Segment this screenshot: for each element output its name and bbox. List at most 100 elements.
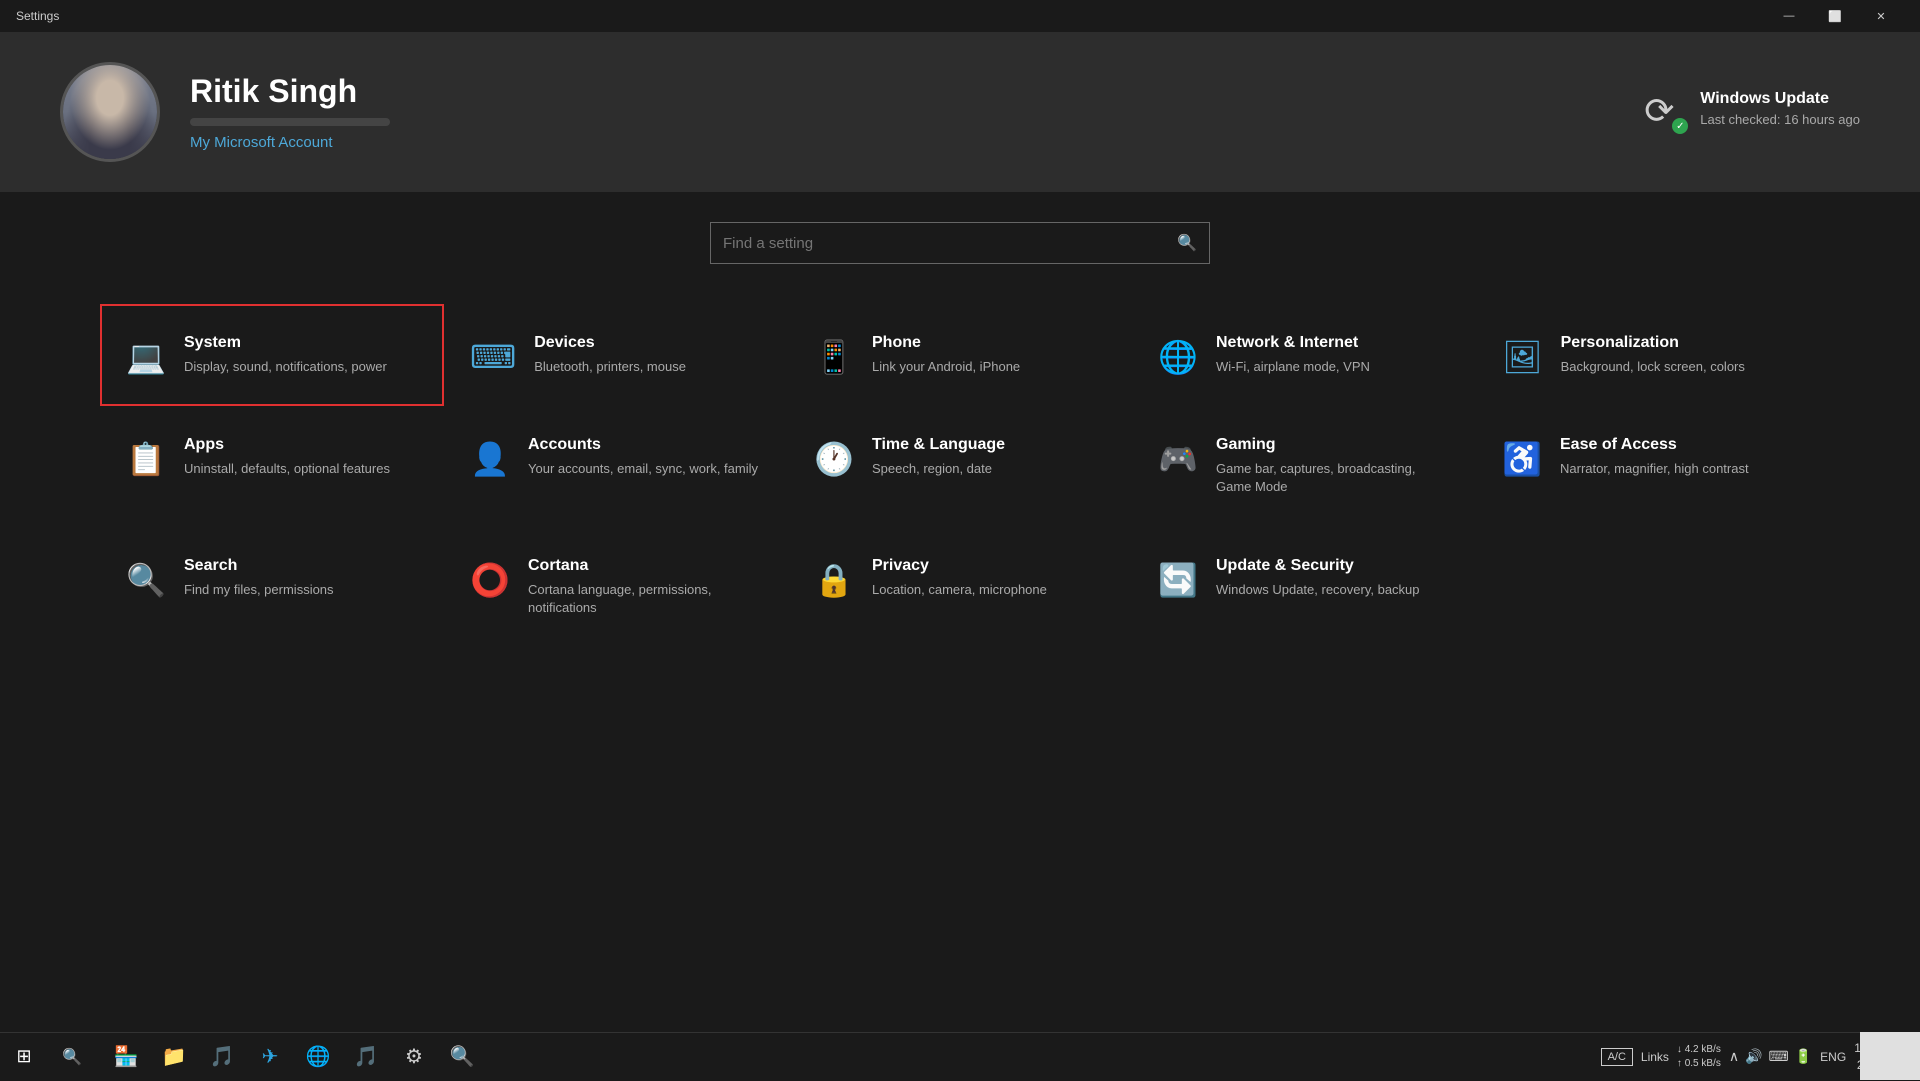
- minimize-button[interactable]: —: [1766, 0, 1812, 32]
- update-icon-wrap: ⟳ ✓: [1644, 90, 1688, 134]
- start-button[interactable]: ⊞: [0, 1033, 48, 1081]
- setting-text-cortana: Cortana Cortana language, permissions, n…: [528, 557, 762, 617]
- up-speed: ↑ 0.5 kB/s: [1677, 1057, 1721, 1071]
- maximize-button[interactable]: ⬜: [1812, 0, 1858, 32]
- settings-grid: 💻 System Display, sound, notifications, …: [100, 304, 1820, 647]
- setting-desc-gaming: Game bar, captures, broadcasting, Game M…: [1216, 460, 1450, 496]
- setting-title-devices: Devices: [534, 334, 686, 352]
- taskbar-app-itunes[interactable]: 🎵: [344, 1035, 388, 1079]
- setting-icon-apps: 📋: [126, 440, 166, 478]
- taskbar-search-button[interactable]: 🔍: [48, 1033, 96, 1081]
- window-controls: — ⬜ ✕: [1766, 0, 1904, 32]
- search-input[interactable]: [723, 235, 1177, 252]
- profile-info: Ritik Singh My Microsoft Account: [190, 73, 390, 152]
- language-label: ENG: [1820, 1050, 1846, 1064]
- setting-icon-system: 💻: [126, 338, 166, 376]
- setting-item-system[interactable]: 💻 System Display, sound, notifications, …: [100, 304, 444, 406]
- setting-item-search[interactable]: 🔍 Search Find my files, permissions: [100, 527, 444, 647]
- setting-desc-system: Display, sound, notifications, power: [184, 358, 387, 376]
- search-container: 🔍: [100, 222, 1820, 264]
- setting-item-gaming[interactable]: 🎮 Gaming Game bar, captures, broadcastin…: [1132, 406, 1476, 526]
- setting-desc-cortana: Cortana language, permissions, notificat…: [528, 581, 762, 617]
- setting-title-accounts: Accounts: [528, 436, 758, 454]
- battery-icon: 🔋: [1795, 1048, 1812, 1065]
- setting-title-phone: Phone: [872, 334, 1020, 352]
- network-speed: ↓ 4.2 kB/s ↑ 0.5 kB/s: [1677, 1043, 1721, 1071]
- search-bar: 🔍: [710, 222, 1210, 264]
- setting-title-system: System: [184, 334, 387, 352]
- setting-text-update: Update & Security Windows Update, recove…: [1216, 557, 1420, 599]
- setting-desc-apps: Uninstall, defaults, optional features: [184, 460, 390, 478]
- show-desktop-button[interactable]: [1860, 1032, 1920, 1080]
- setting-desc-devices: Bluetooth, printers, mouse: [534, 358, 686, 376]
- setting-icon-accounts: 👤: [470, 440, 510, 478]
- taskbar-app-telegram[interactable]: ✈: [248, 1035, 292, 1079]
- update-checkmark: ✓: [1672, 118, 1688, 134]
- setting-icon-phone: 📱: [814, 338, 854, 376]
- links-label: Links: [1641, 1050, 1669, 1064]
- microsoft-account-link[interactable]: My Microsoft Account: [190, 134, 333, 151]
- setting-item-update[interactable]: 🔄 Update & Security Windows Update, reco…: [1132, 527, 1476, 647]
- setting-text-time: Time & Language Speech, region, date: [872, 436, 1005, 478]
- profile-name: Ritik Singh: [190, 73, 390, 110]
- setting-item-personalization[interactable]: 🖼 Personalization Background, lock scree…: [1476, 304, 1820, 406]
- taskbar-system-icons: ∧ 🔊 ⌨ 🔋: [1729, 1048, 1812, 1065]
- setting-item-time[interactable]: 🕐 Time & Language Speech, region, date: [788, 406, 1132, 526]
- setting-icon-gaming: 🎮: [1158, 440, 1198, 478]
- main-content: 🔍 💻 System Display, sound, notifications…: [0, 192, 1920, 677]
- setting-text-system: System Display, sound, notifications, po…: [184, 334, 387, 376]
- profile-bar: [190, 118, 390, 126]
- setting-item-privacy[interactable]: 🔒 Privacy Location, camera, microphone: [788, 527, 1132, 647]
- setting-icon-update: 🔄: [1158, 561, 1198, 599]
- setting-icon-cortana: ⭕: [470, 561, 510, 599]
- setting-item-accounts[interactable]: 👤 Accounts Your accounts, email, sync, w…: [444, 406, 788, 526]
- setting-icon-privacy: 🔒: [814, 561, 854, 599]
- setting-title-ease: Ease of Access: [1560, 436, 1749, 454]
- ac-button[interactable]: A/C: [1601, 1048, 1633, 1066]
- setting-item-devices[interactable]: ⌨ Devices Bluetooth, printers, mouse: [444, 304, 788, 406]
- setting-title-search: Search: [184, 557, 334, 575]
- setting-item-apps[interactable]: 📋 Apps Uninstall, defaults, optional fea…: [100, 406, 444, 526]
- taskbar-app-edge[interactable]: 🌐: [296, 1035, 340, 1079]
- taskbar-app-search2[interactable]: 🔍: [440, 1035, 484, 1079]
- setting-item-ease[interactable]: ♿ Ease of Access Narrator, magnifier, hi…: [1476, 406, 1820, 526]
- setting-item-cortana[interactable]: ⭕ Cortana Cortana language, permissions,…: [444, 527, 788, 647]
- setting-item-network[interactable]: 🌐 Network & Internet Wi-Fi, airplane mod…: [1132, 304, 1476, 406]
- setting-title-time: Time & Language: [872, 436, 1005, 454]
- setting-icon-time: 🕐: [814, 440, 854, 478]
- update-status: Last checked: 16 hours ago: [1700, 112, 1860, 127]
- setting-text-personalization: Personalization Background, lock screen,…: [1561, 334, 1745, 376]
- taskbar-app-spotify[interactable]: 🎵: [200, 1035, 244, 1079]
- setting-title-personalization: Personalization: [1561, 334, 1745, 352]
- setting-text-search: Search Find my files, permissions: [184, 557, 334, 599]
- setting-desc-phone: Link your Android, iPhone: [872, 358, 1020, 376]
- setting-title-gaming: Gaming: [1216, 436, 1450, 454]
- setting-title-apps: Apps: [184, 436, 390, 454]
- setting-item-phone[interactable]: 📱 Phone Link your Android, iPhone: [788, 304, 1132, 406]
- taskbar-app-settings[interactable]: ⚙: [392, 1035, 436, 1079]
- taskbar-app-files[interactable]: 📁: [152, 1035, 196, 1079]
- setting-desc-network: Wi-Fi, airplane mode, VPN: [1216, 358, 1370, 376]
- setting-title-cortana: Cortana: [528, 557, 762, 575]
- taskbar-app-msstore[interactable]: 🏪: [104, 1035, 148, 1079]
- taskbar-apps: 🏪📁🎵✈🌐🎵⚙🔍: [96, 1035, 492, 1079]
- close-button[interactable]: ✕: [1858, 0, 1904, 32]
- setting-text-gaming: Gaming Game bar, captures, broadcasting,…: [1216, 436, 1450, 496]
- setting-icon-network: 🌐: [1158, 338, 1198, 376]
- setting-title-privacy: Privacy: [872, 557, 1047, 575]
- chevron-icon[interactable]: ∧: [1729, 1048, 1739, 1065]
- update-title: Windows Update: [1700, 90, 1860, 108]
- setting-text-ease: Ease of Access Narrator, magnifier, high…: [1560, 436, 1749, 478]
- setting-text-devices: Devices Bluetooth, printers, mouse: [534, 334, 686, 376]
- taskbar: ⊞ 🔍 🏪📁🎵✈🌐🎵⚙🔍 A/C Links ↓ 4.2 kB/s ↑ 0.5 …: [0, 1032, 1920, 1080]
- setting-text-network: Network & Internet Wi-Fi, airplane mode,…: [1216, 334, 1370, 376]
- search-icon: 🔍: [1177, 233, 1197, 253]
- speaker-icon[interactable]: 🔊: [1745, 1048, 1762, 1065]
- setting-text-apps: Apps Uninstall, defaults, optional featu…: [184, 436, 390, 478]
- setting-title-update: Update & Security: [1216, 557, 1420, 575]
- setting-title-network: Network & Internet: [1216, 334, 1370, 352]
- setting-icon-ease: ♿: [1502, 440, 1542, 478]
- update-icon: ⟳: [1644, 90, 1674, 131]
- setting-desc-update: Windows Update, recovery, backup: [1216, 581, 1420, 599]
- windows-update-section: ⟳ ✓ Windows Update Last checked: 16 hour…: [1644, 90, 1860, 134]
